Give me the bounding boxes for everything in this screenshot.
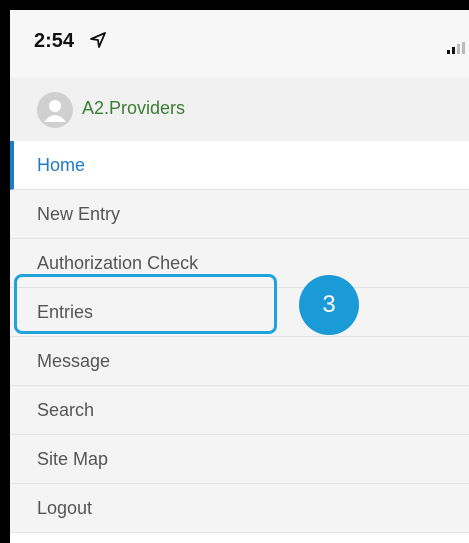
menu-item-search[interactable]: Search (10, 386, 469, 435)
step-number-badge: 3 (299, 275, 359, 335)
signal-bars-icon (447, 42, 465, 54)
menu-item-home[interactable]: Home (10, 141, 469, 190)
menu-item-new-entry[interactable]: New Entry (10, 190, 469, 239)
user-avatar-icon[interactable] (37, 92, 73, 128)
location-arrow-icon (90, 32, 106, 48)
menu-item-logout[interactable]: Logout (10, 484, 469, 533)
menu-item-message[interactable]: Message (10, 337, 469, 386)
phone-screen: 2:54 A2.Providers Home New Entry Authori… (10, 10, 469, 543)
menu-item-site-map[interactable]: Site Map (10, 435, 469, 484)
app-header: A2.Providers (10, 77, 469, 142)
status-time: 2:54 (34, 30, 75, 52)
navigation-menu: Home New Entry Authorization Check Entri… (10, 141, 469, 533)
entries-highlight-box (14, 274, 277, 334)
status-bar: 2:54 (10, 10, 469, 77)
provider-name: A2.Providers (82, 98, 186, 118)
